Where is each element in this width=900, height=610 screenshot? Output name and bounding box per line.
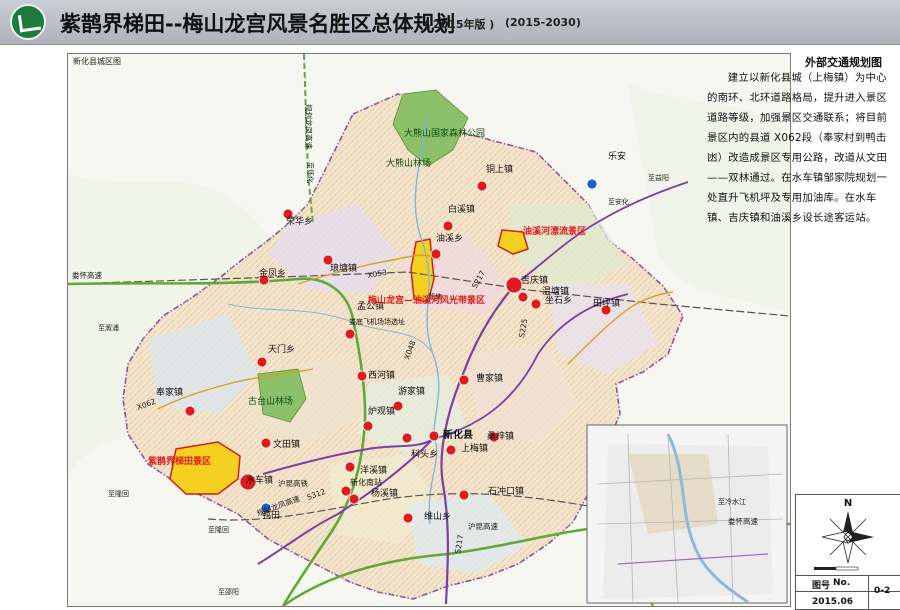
place-label[interactable]: 炉观镇 [368,405,395,417]
place-label[interactable]: 天门乡 [268,343,295,355]
town-marker[interactable] [340,485,352,497]
road-label: 至益阳 [648,173,669,182]
scale-bar [814,566,859,571]
town-marker[interactable] [344,461,356,473]
road-label: 娄怀高速 [728,516,758,526]
plan-edition: ( 2015年版 ) [424,18,495,31]
inset-title: 新化县城区图 [73,57,121,66]
title-bar: 紫鹊界梯田--梅山龙宫风景名胜区总体规划 ( 2015年版 ) (2015-20… [0,0,900,45]
place-label[interactable]: 石冲口镇 [488,485,524,497]
road-label: 至冷水江 [718,497,746,506]
town-marker[interactable] [458,374,470,386]
town-marker[interactable] [428,430,440,442]
place-label[interactable]: 曹家镇 [476,372,503,384]
map-canvas: 大熊山国家森林公园大熊山林场古台山林场乐安铜上镇荣华乡白溪镇琅塘镇金凤乡温塘镇吉… [68,54,790,606]
town-marker[interactable] [402,512,414,524]
traffic-plan-map[interactable]: 大熊山国家森林公园 大熊山林场 古台山林场 乐安 铜上镇 荣华乡 白溪镇 琅塘镇 金凤乡 温塘镇吉… [67,53,791,607]
place-label[interactable]: 奉家镇 [156,386,183,398]
inset-city-map [586,424,788,604]
road-label: 至邵阳 [218,587,239,596]
north-arrow-and-scale: N [814,498,874,571]
town-marker[interactable] [430,248,442,260]
town-marker[interactable] [530,298,542,310]
place-label[interactable]: 金凤乡 [259,267,286,279]
place-label[interactable]: 新化县 [443,428,473,441]
place-label[interactable]: 西河镇 [368,369,395,381]
place-label[interactable]: 维山乡 [424,510,451,522]
plan-years: (2015-2030) [505,16,581,29]
town-marker[interactable] [356,370,368,382]
town-marker[interactable] [344,328,356,340]
place-label[interactable]: 桑梓镇 [487,430,514,442]
town-marker[interactable] [362,420,374,432]
drawing-number-value: 0-2 [874,586,891,596]
place-label[interactable]: 油溪乡 [436,232,463,244]
panel-paragraph: 建立以新化县城（上梅镇）为中心的南环、北环道路格局，提升进入景区道路等级，加强景… [707,72,888,224]
town-marker[interactable] [401,432,413,444]
town-marker[interactable] [256,356,268,368]
road-label: 至怀化 [306,162,315,183]
town-marker[interactable] [517,291,529,303]
drawing-number-no: No. [833,578,851,588]
road-label: 沪昆高铁 [278,478,308,488]
road-label: 规划龙凤高速 [304,104,314,149]
place-label[interactable]: 荣华乡 [286,215,313,227]
panel-description: 建立以新化县城（上梅镇）为中心的南环、北环道路格局，提升进入景区道路等级，加强景… [707,68,897,228]
place-label[interactable]: 杨溪镇 [371,487,398,499]
town-marker[interactable] [505,276,523,294]
place-label[interactable]: 上梅镇 [461,442,488,454]
place-label[interactable]: 梅山龙宫—油溪河风光带景区 [368,294,485,306]
drawing-number-label: 图号 [812,581,831,591]
town-marker[interactable] [458,489,470,501]
road-label: 至安化 [608,197,629,206]
place-label[interactable]: 文田镇 [273,438,300,450]
place-label[interactable]: 洋溪镇 [360,464,387,476]
town-marker[interactable] [260,437,272,449]
place-label[interactable]: 油溪河漂流景区 [523,225,586,237]
town-marker[interactable] [348,493,360,505]
road-label: 至隆回 [208,525,229,534]
town-marker[interactable] [184,405,196,417]
road-label: 至溆浦 [98,323,119,332]
place-label[interactable]: 吉庆镇 [521,274,548,286]
place-label[interactable]: 田坪镇 [593,297,620,309]
place-label[interactable]: 古台山林场 [248,395,293,407]
place-label[interactable]: 铜上镇 [486,163,513,175]
town-marker[interactable] [586,178,598,190]
place-label[interactable]: 乐安 [608,150,626,162]
road-label: 沪昆高速 [468,521,498,531]
place-label[interactable]: 游家镇 [398,385,425,397]
town-marker[interactable] [476,180,488,192]
place-label[interactable]: 坐石乡 [545,295,572,306]
place-label[interactable]: 科头乡 [411,448,438,460]
road-label: 至隆回 [108,489,129,498]
ziquejie-terraces-scenic-area [169,441,241,495]
place-label[interactable]: 水车镇 [246,474,273,486]
road-label: 娄怀高速 [72,270,102,280]
town-marker[interactable] [445,444,457,456]
north-arrow-icon [821,511,874,564]
scenic-area-logo [10,4,46,40]
plan-title: 紫鹊界梯田--梅山龙宫风景名胜区总体规划 [60,12,456,36]
place-label[interactable]: 白溪镇 [448,203,475,215]
place-label[interactable]: 大熊山国家森林公园 [404,127,485,139]
place-label[interactable]: 新化南站 [350,477,382,487]
place-label[interactable]: 琅塘镇 [330,262,357,274]
place-label[interactable]: 大熊山林场 [386,157,431,169]
drawing-date: 2015.06 [812,597,853,607]
town-marker[interactable] [442,220,454,232]
north-label: N [844,498,852,509]
place-label[interactable]: 娄底飞机场场选址 [349,317,405,326]
place-label[interactable]: 紫鹊界梯田景区 [148,455,211,467]
